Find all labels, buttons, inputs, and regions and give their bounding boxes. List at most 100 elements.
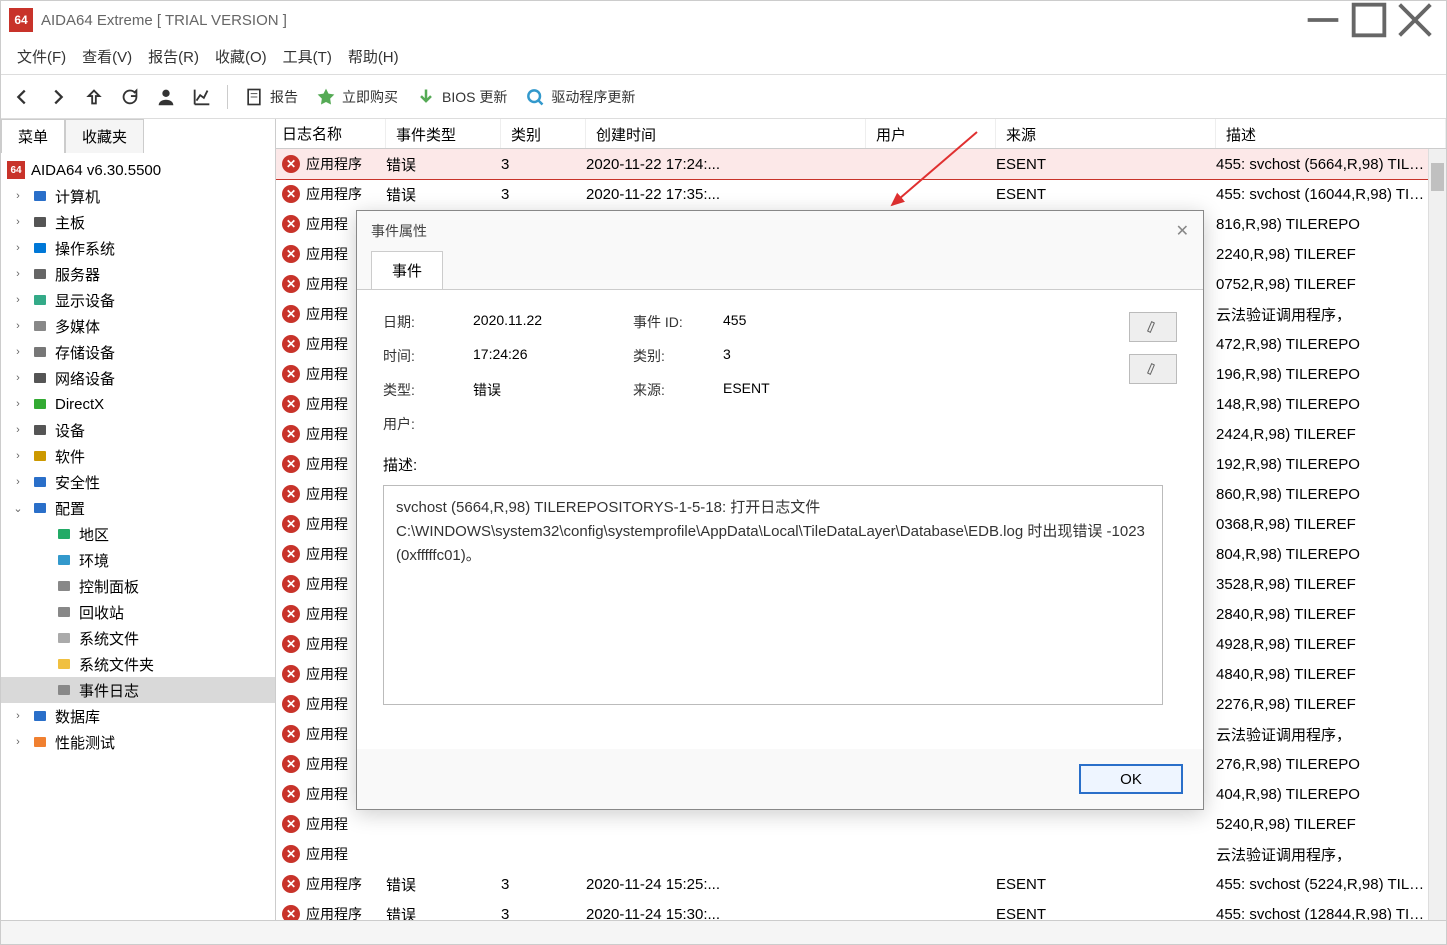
error-icon: ✕ — [282, 275, 300, 293]
tree-item[interactable]: ›网络设备 — [1, 365, 275, 391]
column-header[interactable]: 描述 — [1216, 119, 1446, 148]
tree-item[interactable]: 事件日志 — [1, 677, 275, 703]
close-button[interactable] — [1392, 4, 1438, 36]
column-header[interactable]: 事件类型 — [386, 119, 501, 148]
tree-item[interactable]: ›多媒体 — [1, 313, 275, 339]
value-source: ESENT — [723, 380, 923, 400]
menu-item[interactable]: 帮助(H) — [340, 40, 407, 73]
column-header[interactable]: 类别 — [501, 119, 586, 148]
menu-item[interactable]: 报告(R) — [140, 40, 207, 73]
board-icon — [31, 213, 49, 231]
tree-item[interactable]: 地区 — [1, 521, 275, 547]
dialog-close-button[interactable]: ✕ — [1176, 221, 1189, 241]
folder-icon — [55, 655, 73, 673]
tree-item[interactable]: 控制面板 — [1, 573, 275, 599]
grid-header: 日志名称事件类型类别创建时间用户来源描述 — [276, 119, 1446, 149]
description-textarea[interactable]: svchost (5664,R,98) TILEREPOSITORYS-1-5-… — [383, 485, 1163, 705]
table-row[interactable]: ✕应用程5240,R,98) TILEREF — [276, 809, 1428, 839]
edit-button[interactable] — [1129, 354, 1177, 384]
error-icon: ✕ — [282, 905, 300, 920]
vertical-scrollbar[interactable] — [1428, 149, 1446, 920]
tree-item[interactable]: ›软件 — [1, 443, 275, 469]
error-icon: ✕ — [282, 155, 300, 173]
tree-item[interactable]: 回收站 — [1, 599, 275, 625]
menubar: 文件(F)查看(V)报告(R)收藏(O)工具(T)帮助(H) — [1, 39, 1446, 75]
label-description: 描述: — [383, 454, 1177, 475]
menu-item[interactable]: 收藏(O) — [207, 40, 275, 73]
window-title: AIDA64 Extreme [ TRIAL VERSION ] — [41, 12, 1300, 29]
tree-item[interactable]: ›计算机 — [1, 183, 275, 209]
statusbar — [1, 920, 1446, 944]
ok-button[interactable]: OK — [1079, 764, 1183, 794]
tree-item[interactable]: ›数据库 — [1, 703, 275, 729]
titlebar: 64 AIDA64 Extreme [ TRIAL VERSION ] — [1, 1, 1446, 39]
error-icon: ✕ — [282, 305, 300, 323]
label-category: 类别: — [633, 346, 723, 366]
column-header[interactable]: 用户 — [866, 119, 996, 148]
tree-item[interactable]: ›设备 — [1, 417, 275, 443]
table-row[interactable]: ✕应用程序错误32020-11-24 15:25:...ESENT455: sv… — [276, 869, 1428, 899]
error-icon: ✕ — [282, 485, 300, 503]
error-icon: ✕ — [282, 515, 300, 533]
menu-item[interactable]: 工具(T) — [275, 40, 340, 73]
tree-item[interactable]: ›服务器 — [1, 261, 275, 287]
menu-item[interactable]: 文件(F) — [9, 40, 74, 73]
column-header[interactable]: 日志名称 — [276, 119, 386, 148]
tree-root[interactable]: 64AIDA64 v6.30.5500 — [1, 157, 275, 183]
error-icon: ✕ — [282, 365, 300, 383]
security-icon — [31, 473, 49, 491]
device-icon — [31, 421, 49, 439]
dialog-tab-event[interactable]: 事件 — [371, 251, 443, 289]
scroll-thumb[interactable] — [1431, 163, 1444, 191]
label-eventid: 事件 ID: — [633, 312, 723, 332]
tab-menu[interactable]: 菜单 — [1, 119, 65, 153]
value-date: 2020.11.22 — [473, 312, 633, 332]
bios-button[interactable]: BIOS 更新 — [410, 87, 513, 107]
error-icon: ✕ — [282, 785, 300, 803]
table-row[interactable]: ✕应用程序错误32020-11-22 17:35:...ESENT455: sv… — [276, 179, 1428, 209]
tree-item[interactable]: ›DirectX — [1, 391, 275, 417]
report-button[interactable]: 报告 — [238, 87, 304, 107]
minimize-button[interactable] — [1300, 4, 1346, 36]
globe-icon — [55, 525, 73, 543]
tree-item[interactable]: 系统文件 — [1, 625, 275, 651]
media-icon — [31, 317, 49, 335]
tree-item[interactable]: ›存储设备 — [1, 339, 275, 365]
tree-item[interactable]: 环境 — [1, 547, 275, 573]
error-icon: ✕ — [282, 605, 300, 623]
driver-button[interactable]: 驱动程序更新 — [519, 87, 641, 107]
tree-item[interactable]: ⌄配置 — [1, 495, 275, 521]
user-icon[interactable] — [151, 82, 181, 112]
tree-item[interactable]: ›性能测试 — [1, 729, 275, 755]
buy-button[interactable]: 立即购买 — [310, 87, 404, 107]
menu-item[interactable]: 查看(V) — [74, 40, 140, 73]
error-icon: ✕ — [282, 695, 300, 713]
tree-item[interactable]: ›主板 — [1, 209, 275, 235]
column-header[interactable]: 创建时间 — [586, 119, 866, 148]
error-icon: ✕ — [282, 185, 300, 203]
table-row[interactable]: ✕应用程云法验证调用程序， — [276, 839, 1428, 869]
forward-button[interactable] — [43, 82, 73, 112]
back-button[interactable] — [7, 82, 37, 112]
tree-item[interactable]: 系统文件夹 — [1, 651, 275, 677]
label-time: 时间: — [383, 346, 473, 366]
event-properties-dialog: 事件属性 ✕ 事件 日期: 2020.11.22 事件 ID: 455 时间: … — [356, 210, 1204, 810]
table-row[interactable]: ✕应用程序错误32020-11-22 17:24:...ESENT455: sv… — [276, 149, 1428, 179]
server-icon — [31, 265, 49, 283]
network-icon — [31, 369, 49, 387]
refresh-button[interactable] — [115, 82, 145, 112]
app-icon: 64 — [9, 8, 33, 32]
tree-item[interactable]: ›安全性 — [1, 469, 275, 495]
copy-button[interactable] — [1129, 312, 1177, 342]
column-header[interactable]: 来源 — [996, 119, 1216, 148]
tree-item[interactable]: ›显示设备 — [1, 287, 275, 313]
nav-tree: 64AIDA64 v6.30.5500›计算机›主板›操作系统›服务器›显示设备… — [1, 153, 275, 920]
table-row[interactable]: ✕应用程序错误32020-11-24 15:30:...ESENT455: sv… — [276, 899, 1428, 920]
up-button[interactable] — [79, 82, 109, 112]
chart-icon[interactable] — [187, 82, 217, 112]
maximize-button[interactable] — [1346, 4, 1392, 36]
tab-favorites[interactable]: 收藏夹 — [65, 119, 144, 153]
error-icon: ✕ — [282, 875, 300, 893]
storage-icon — [31, 343, 49, 361]
tree-item[interactable]: ›操作系统 — [1, 235, 275, 261]
